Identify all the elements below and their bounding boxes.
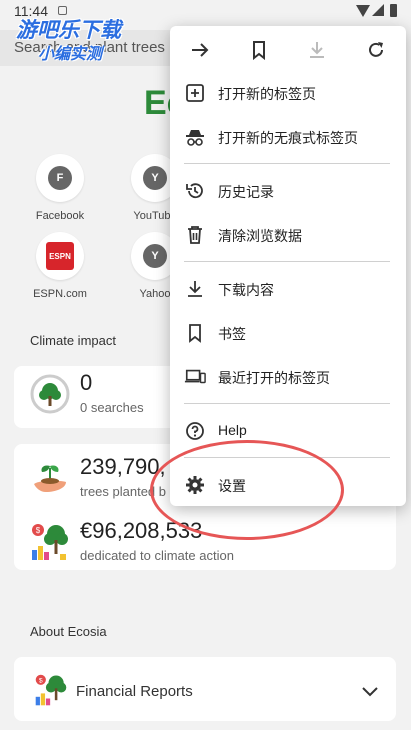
searches-count: 0	[80, 370, 93, 395]
menu-item-recent-tabs[interactable]: 最近打开的标签页	[170, 355, 406, 399]
financial-reports-label: Financial Reports	[76, 683, 193, 700]
download-icon	[310, 42, 324, 58]
svg-text:$: $	[36, 526, 41, 535]
menu-item-label: 打开新的标签页	[218, 86, 316, 102]
history-icon	[184, 180, 206, 202]
trash-icon	[184, 224, 206, 246]
menu-item-new-tab[interactable]: 打开新的标签页	[170, 71, 406, 115]
refresh-icon	[369, 42, 383, 57]
watermark-line2: 小编实测	[38, 46, 103, 63]
menu-toolbar	[170, 26, 406, 74]
menu-divider	[184, 261, 390, 262]
shortcut-facebook[interactable]: F Facebook	[25, 154, 95, 222]
svg-text:$: $	[39, 677, 43, 684]
facebook-icon: F	[48, 166, 72, 190]
hand-plant-icon	[34, 465, 66, 492]
menu-item-label: 最近打开的标签页	[218, 370, 330, 386]
espn-icon: ESPN	[46, 242, 74, 270]
menu-divider	[184, 403, 390, 404]
reload-button[interactable]	[363, 37, 389, 63]
chevron-down-icon[interactable]	[362, 687, 378, 697]
shortcut-espn[interactable]: ESPN ESPN.com	[25, 232, 95, 300]
menu-item-label: 历史记录	[218, 184, 274, 200]
bookmark-icon	[184, 322, 206, 344]
about-ecosia-title: About Ecosia	[30, 624, 107, 639]
signal-icon	[372, 4, 384, 16]
menu-item-label: 下载内容	[218, 282, 274, 298]
overflow-menu: 打开新的标签页 打开新的无痕式标签页 历史记录 清除浏览数据 下载内容 书签 最…	[170, 26, 406, 506]
download-icon	[184, 278, 206, 300]
incognito-icon	[184, 126, 206, 148]
bookmark-button[interactable]	[246, 37, 272, 63]
searches-label: 0 searches	[80, 400, 144, 415]
menu-item-history[interactable]: 历史记录	[170, 169, 406, 213]
financial-reports-row[interactable]: $ Financial Reports	[14, 657, 396, 721]
finance-tree-icon: $	[32, 524, 68, 560]
yahoo-icon: Y	[143, 244, 167, 268]
arrow-right-icon	[192, 43, 209, 57]
menu-item-label: 打开新的无痕式标签页	[218, 130, 358, 146]
menu-item-downloads[interactable]: 下载内容	[170, 267, 406, 311]
forward-button[interactable]	[187, 37, 213, 63]
wifi-icon	[356, 5, 370, 17]
new-tab-icon	[184, 82, 206, 104]
finance-tree-icon: $	[35, 674, 67, 706]
shortcut-label: Facebook	[35, 210, 85, 222]
bookmark-icon	[253, 41, 265, 60]
youtube-icon: Y	[143, 166, 167, 190]
menu-item-clear-browsing-data[interactable]: 清除浏览数据	[170, 213, 406, 257]
menu-divider	[184, 163, 390, 164]
climate-action-label: dedicated to climate action	[80, 548, 234, 563]
help-icon	[184, 420, 206, 442]
menu-item-label: 书签	[218, 326, 246, 342]
menu-item-bookmarks[interactable]: 书签	[170, 311, 406, 355]
battery-icon	[390, 4, 397, 17]
devices-icon	[184, 366, 206, 388]
shortcut-label: ESPN.com	[33, 288, 87, 300]
annotation-circle	[150, 440, 344, 540]
menu-item-label: Help	[218, 422, 247, 438]
climate-impact-title: Climate impact	[30, 333, 116, 348]
menu-item-incognito-tab[interactable]: 打开新的无痕式标签页	[170, 115, 406, 159]
watermark: 游吧乐下载 小编实测	[8, 12, 148, 64]
tree-icon	[30, 374, 70, 414]
menu-item-label: 清除浏览数据	[218, 228, 302, 244]
download-page-button[interactable]	[304, 37, 330, 63]
